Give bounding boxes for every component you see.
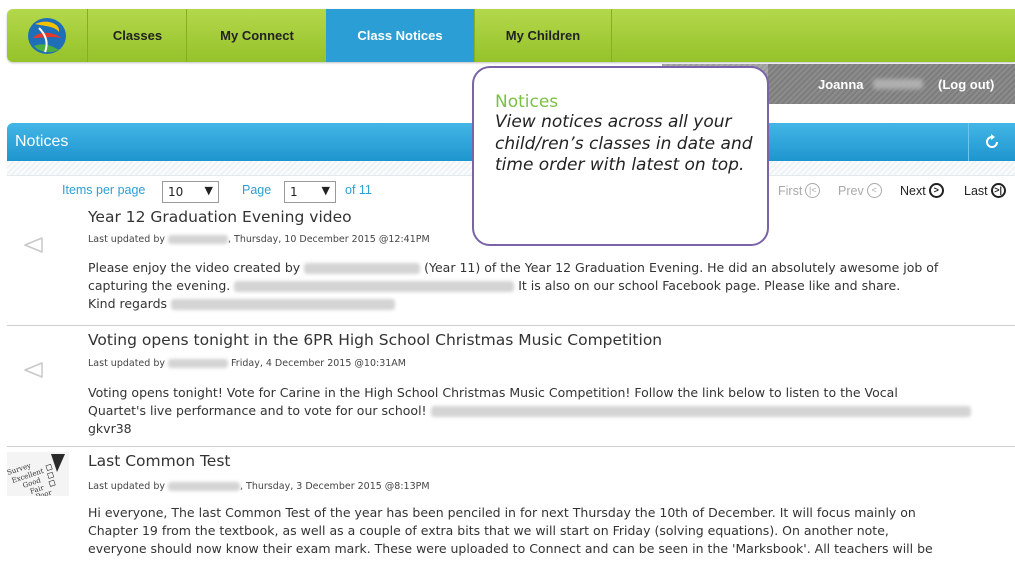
school-logo[interactable] (7, 9, 87, 62)
notices-callout: Notices View notices across all your chi… (472, 66, 769, 246)
first-page-button[interactable]: First |< (778, 183, 821, 198)
next-page-button[interactable]: Next > (900, 183, 944, 198)
survey-checklist-icon: Survey Excellent Good Fair Poor (6, 452, 69, 501)
redacted-signature (171, 299, 396, 310)
page-label: Page (242, 183, 272, 197)
chevron-down-icon: ▼ (204, 184, 213, 197)
megaphone-icon (24, 362, 43, 378)
notice-body: Please enjoy the video created by (Year … (88, 260, 939, 311)
chevron-down-icon: ▼ (321, 184, 330, 197)
prev-icon: < (866, 183, 882, 198)
redacted-link[interactable] (430, 406, 971, 417)
redacted-link[interactable] (234, 281, 515, 292)
user-name: Joanna (818, 77, 864, 92)
callout-text: View notices across all your child/ren’s… (495, 112, 753, 175)
last-icon: >| (990, 183, 1006, 198)
notice-title[interactable]: Year 12 Graduation Evening video (88, 208, 352, 226)
tab-class-notices[interactable]: Class Notices (326, 9, 474, 62)
logout-link[interactable]: (Log out) (938, 77, 994, 92)
callout-title: Notices (495, 92, 559, 112)
redacted-surname (873, 79, 923, 89)
top-navigation: Classes My Connect Class Notices My Chil… (7, 9, 1015, 62)
divider (7, 325, 1015, 326)
notice-body: Voting opens tonight! Vote for Carine in… (88, 384, 1013, 438)
redacted-author (168, 482, 241, 491)
items-per-page-select[interactable]: 10 ▼ (162, 181, 219, 203)
redacted-author (168, 235, 229, 244)
next-icon: > (928, 183, 944, 198)
last-page-button[interactable]: Last >| (964, 183, 1006, 198)
notice-title[interactable]: Voting opens tonight in the 6PR High Sch… (88, 331, 662, 349)
notice-meta: Last updated by , Thursday, 3 December 2… (88, 481, 430, 492)
panel-title: Notices (15, 133, 69, 150)
first-icon: |< (805, 183, 821, 198)
redacted-author (168, 359, 229, 368)
notice-body: Hi everyone, The last Common Test of the… (88, 505, 933, 556)
redacted-name (304, 263, 421, 274)
tab-my-children[interactable]: My Children (474, 9, 612, 62)
notice-title[interactable]: Last Common Test (88, 452, 230, 470)
tab-my-connect[interactable]: My Connect (186, 9, 327, 62)
prev-page-button[interactable]: Prev < (838, 183, 882, 198)
tab-classes[interactable]: Classes (87, 9, 187, 62)
refresh-button[interactable] (968, 123, 1015, 161)
megaphone-icon (24, 237, 43, 253)
page-count: of 11 (345, 183, 372, 197)
page-select[interactable]: 1 ▼ (284, 181, 336, 203)
divider (7, 446, 1015, 447)
notice-meta: Last updated by Friday, 4 December 2015 … (88, 358, 406, 369)
refresh-icon (986, 134, 998, 148)
items-per-page-label: Items per page (62, 183, 146, 197)
notice-meta: Last updated by , Thursday, 10 December … (88, 234, 430, 245)
